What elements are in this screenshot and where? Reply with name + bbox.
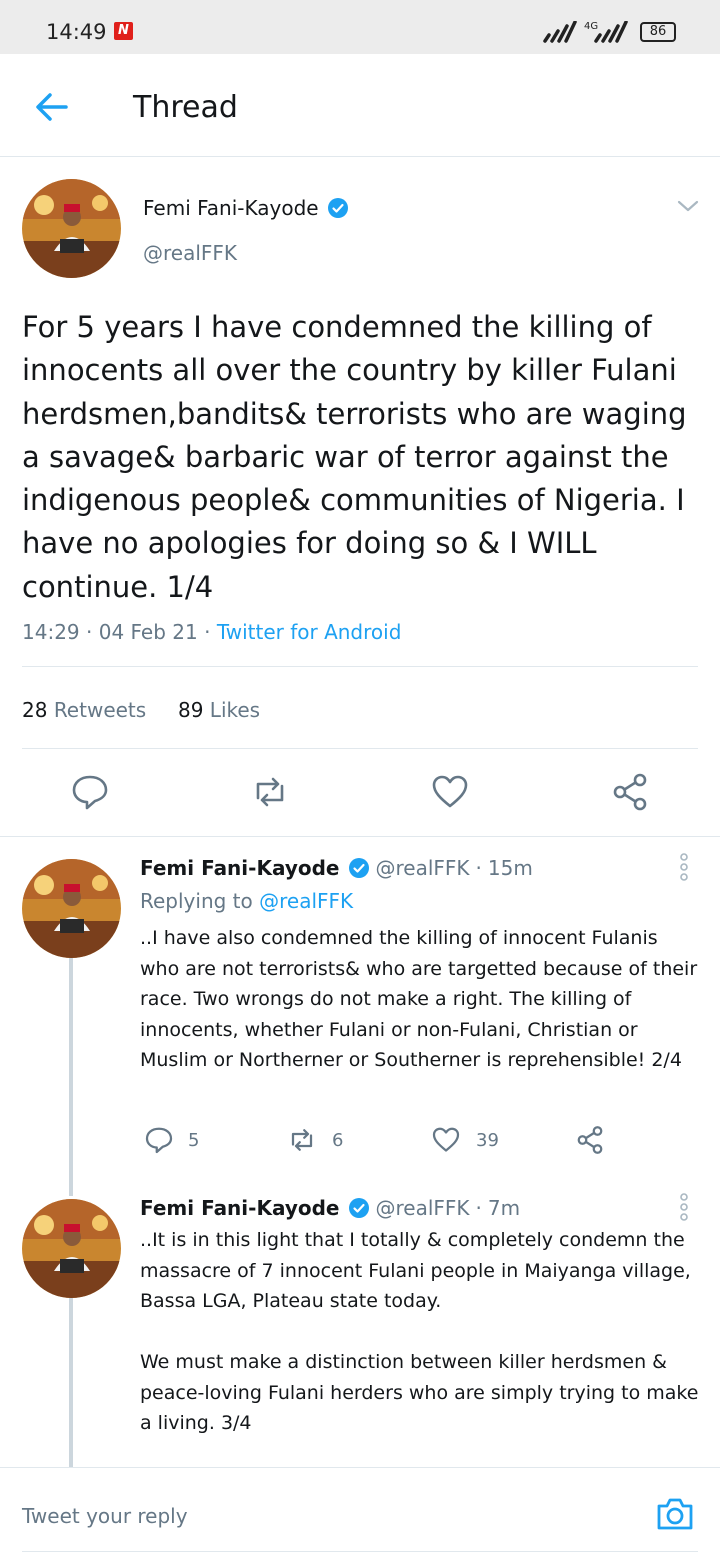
- verified-badge-icon: [348, 1198, 369, 1218]
- more-options-icon[interactable]: [678, 1193, 690, 1221]
- signal-icon-2: [594, 21, 628, 43]
- divider: [22, 666, 698, 667]
- thread-line: [69, 1298, 73, 1468]
- retweet-icon[interactable]: [250, 772, 290, 812]
- divider: [0, 836, 720, 837]
- author-name: Femi Fani-Kayode: [140, 856, 340, 880]
- meta-separator: ·: [204, 620, 217, 644]
- tweet-text: For 5 years I have condemned the killing…: [22, 310, 687, 604]
- author-handle: @realFFK: [375, 1196, 470, 1220]
- back-arrow-icon[interactable]: [30, 87, 74, 127]
- signal-icon: [543, 21, 577, 43]
- reply-text: ..I have also condemned the killing of i…: [140, 927, 698, 1071]
- reply-text: ..It is in this light that I totally & c…: [140, 1229, 699, 1434]
- page-title: Thread: [133, 90, 238, 125]
- like-count: 39: [476, 1129, 499, 1151]
- author-handle: @realFFK: [375, 856, 470, 880]
- replying-prefix: Replying to: [140, 889, 253, 913]
- avatar[interactable]: [22, 859, 121, 958]
- reply-count: 5: [188, 1129, 200, 1151]
- app-notification-icon: N: [114, 22, 133, 40]
- avatar[interactable]: [22, 179, 121, 278]
- retweets-label: Retweets: [53, 698, 147, 722]
- share-icon[interactable]: [610, 772, 650, 812]
- retweet-action[interactable]: 6: [286, 1125, 343, 1155]
- like-icon[interactable]: [430, 772, 470, 812]
- engagement-counts: 28 Retweets 89 Likes: [22, 698, 260, 722]
- tweet-age: 15m: [487, 856, 533, 880]
- divider: [22, 1551, 698, 1552]
- verified-badge-icon: [327, 198, 348, 218]
- like-action[interactable]: 39: [430, 1125, 499, 1155]
- reply-bar: Tweet your reply: [0, 1467, 720, 1560]
- camera-icon[interactable]: [655, 1496, 695, 1532]
- meta-separator: ·: [86, 620, 99, 644]
- likes-stat[interactable]: 89 Likes: [178, 698, 260, 722]
- share-icon[interactable]: [574, 1125, 606, 1155]
- reply-header[interactable]: Femi Fani-Kayode @realFFK · 15m: [140, 856, 533, 880]
- tweet-date: 04 Feb 21: [98, 620, 198, 644]
- divider: [22, 748, 698, 749]
- reply-icon[interactable]: [70, 772, 110, 812]
- retweet-icon: [291, 1129, 313, 1151]
- like-icon: [432, 1127, 460, 1152]
- retweets-count: 28: [22, 698, 48, 722]
- replying-to: Replying to @realFFK: [140, 889, 353, 913]
- chevron-down-icon[interactable]: [676, 196, 700, 216]
- likes-count: 89: [177, 698, 204, 722]
- author-handle[interactable]: @realFFK: [143, 241, 237, 265]
- battery-icon: 86: [640, 22, 676, 42]
- retweets-stat[interactable]: 28 Retweets: [22, 698, 146, 722]
- separator-dot: ·: [475, 856, 482, 880]
- status-bar: 14:49 N 4G 86: [0, 0, 720, 54]
- author-name: Femi Fani-Kayode: [143, 196, 319, 220]
- reply-input[interactable]: Tweet your reply: [22, 1504, 188, 1528]
- status-time: 14:49: [46, 20, 107, 44]
- separator-dot: ·: [475, 1196, 482, 1220]
- tweet-meta: 14:29 · 04 Feb 21 · Twitter for Android: [22, 620, 401, 644]
- tweet-source[interactable]: Twitter for Android: [217, 620, 402, 644]
- reply-header[interactable]: Femi Fani-Kayode @realFFK · 7m: [140, 1196, 520, 1220]
- reply-icon: [145, 1127, 173, 1154]
- author-row[interactable]: Femi Fani-Kayode: [143, 196, 349, 220]
- replying-to-handle[interactable]: @realFFK: [259, 889, 353, 913]
- tweet-time: 14:29: [22, 620, 80, 644]
- author-name: Femi Fani-Kayode: [140, 1196, 340, 1220]
- tweet-age: 7m: [487, 1196, 521, 1220]
- thread-line: [69, 958, 73, 1196]
- verified-badge-icon: [348, 858, 369, 878]
- reply-action[interactable]: 5: [144, 1125, 199, 1155]
- avatar[interactable]: [22, 1199, 121, 1298]
- header: Thread: [0, 54, 720, 157]
- more-options-icon[interactable]: [678, 853, 690, 881]
- retweet-count: 6: [332, 1129, 344, 1151]
- likes-label: Likes: [209, 698, 261, 722]
